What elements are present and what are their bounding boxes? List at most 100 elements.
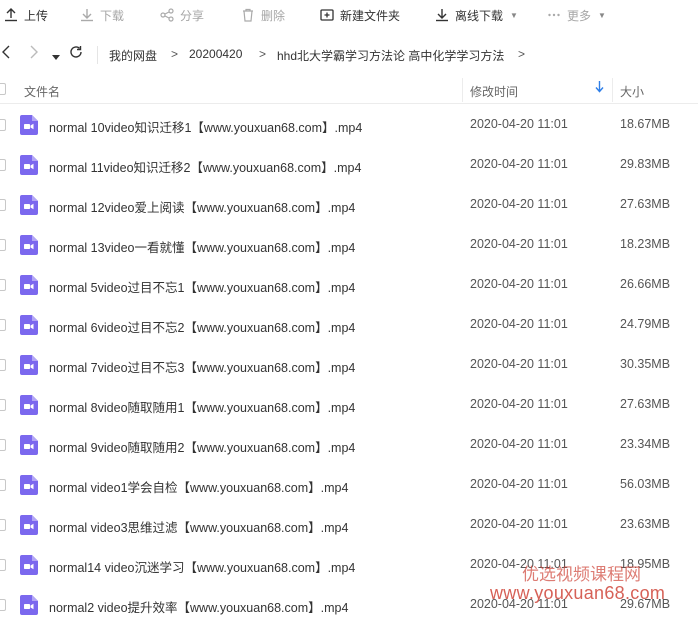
file-name[interactable]: normal 10video知识迁移1【www.youxuan68.com】.m… — [49, 117, 362, 136]
file-name[interactable]: normal 8video随取随用1【www.youxuan68.com】.mp… — [49, 397, 355, 416]
file-name[interactable]: normal video3思维过滤【www.youxuan68.com】.mp4 — [49, 517, 348, 536]
new-folder-icon — [320, 8, 334, 22]
row-checkbox[interactable] — [0, 559, 6, 571]
header-divider — [0, 103, 698, 104]
file-row[interactable]: normal 9video随取随用2【www.youxuan68.com】.mp… — [0, 425, 698, 465]
watermark-text: 优选视频课程网 — [522, 565, 641, 585]
file-row[interactable]: normal 8video随取随用1【www.youxuan68.com】.mp… — [0, 385, 698, 425]
video-file-icon — [20, 475, 38, 495]
video-file-icon — [20, 315, 38, 335]
row-checkbox[interactable] — [0, 279, 6, 291]
file-modified-time: 2020-04-20 11:01 — [470, 197, 568, 211]
column-header-modified[interactable]: 修改时间 — [470, 83, 518, 100]
video-file-icon — [20, 195, 38, 215]
breadcrumb-separator: > — [518, 47, 526, 61]
row-checkbox[interactable] — [0, 359, 6, 371]
video-file-icon — [20, 115, 38, 135]
breadcrumb-item-folder[interactable]: 20200420 — [189, 47, 242, 61]
file-modified-time: 2020-04-20 11:01 — [470, 117, 568, 131]
share-icon — [160, 8, 174, 22]
file-row[interactable]: normal 13video一看就懂【www.youxuan68.com】.mp… — [0, 225, 698, 265]
download-icon — [435, 8, 449, 22]
file-size: 18.23MB — [620, 237, 671, 251]
row-checkbox[interactable] — [0, 319, 6, 331]
file-modified-time: 2020-04-20 11:01 — [470, 437, 568, 451]
download-button[interactable]: 下载 — [80, 0, 124, 30]
forward-icon[interactable] — [30, 45, 38, 62]
file-modified-time: 2020-04-20 11:01 — [470, 477, 568, 491]
file-name[interactable]: normal14 video沉迷学习【www.youxuan68.com】.mp… — [49, 557, 355, 576]
file-modified-time: 2020-04-20 11:01 — [470, 517, 568, 531]
offline-download-button[interactable]: 离线下载 ▼ — [435, 0, 518, 30]
delete-button[interactable]: 删除 — [241, 0, 285, 30]
more-label: 更多 — [567, 8, 592, 23]
upload-button[interactable]: 上传 — [4, 0, 48, 30]
select-all-checkbox[interactable] — [0, 83, 6, 95]
file-size: 23.63MB — [620, 517, 671, 531]
file-row[interactable]: normal 6video过目不忘2【www.youxuan68.com】.mp… — [0, 305, 698, 345]
file-row[interactable]: normal 7video过目不忘3【www.youxuan68.com】.mp… — [0, 345, 698, 385]
new-folder-button[interactable]: 新建文件夹 — [320, 0, 400, 30]
breadcrumb-item-current[interactable]: hhd北大学霸学习方法论 高中化学学习方法 — [277, 47, 504, 64]
breadcrumb-separator: > — [259, 47, 267, 61]
chevron-down-icon: ▼ — [510, 10, 518, 20]
file-modified-time: 2020-04-20 11:01 — [470, 157, 568, 171]
video-file-icon — [20, 355, 38, 375]
share-button[interactable]: 分享 — [160, 0, 204, 30]
file-row[interactable]: normal 11video知识迁移2【www.youxuan68.com】.m… — [0, 145, 698, 185]
column-header-size[interactable]: 大小 — [620, 83, 644, 100]
video-file-icon — [20, 515, 38, 535]
file-row[interactable]: normal 5video过目不忘1【www.youxuan68.com】.mp… — [0, 265, 698, 305]
file-size: 18.67MB — [620, 117, 671, 131]
sort-down-icon — [595, 81, 604, 96]
row-checkbox[interactable] — [0, 199, 6, 211]
file-row[interactable]: normal 10video知识迁移1【www.youxuan68.com】.m… — [0, 105, 698, 145]
column-header-name[interactable]: 文件名 — [24, 83, 60, 100]
file-modified-time: 2020-04-20 11:01 — [470, 277, 568, 291]
file-name[interactable]: normal 13video一看就懂【www.youxuan68.com】.mp… — [49, 237, 355, 256]
upload-icon — [4, 8, 18, 22]
file-size: 29.83MB — [620, 157, 671, 171]
refresh-icon[interactable] — [69, 45, 83, 62]
file-name[interactable]: normal 6video过目不忘2【www.youxuan68.com】.mp… — [49, 317, 355, 336]
row-checkbox[interactable] — [0, 519, 6, 531]
more-button[interactable]: 更多 ▼ — [547, 0, 606, 30]
trash-icon — [241, 8, 255, 22]
video-file-icon — [20, 435, 38, 455]
file-name[interactable]: normal2 video提升效率【www.youxuan68.com】.mp4 — [49, 597, 348, 616]
more-dots-icon — [547, 8, 561, 22]
video-file-icon — [20, 555, 38, 575]
row-checkbox[interactable] — [0, 119, 6, 131]
column-divider — [612, 78, 613, 102]
offline-download-label: 离线下载 — [455, 8, 504, 23]
file-name[interactable]: normal 9video随取随用2【www.youxuan68.com】.mp… — [49, 437, 355, 456]
file-name[interactable]: normal 5video过目不忘1【www.youxuan68.com】.mp… — [49, 277, 355, 296]
row-checkbox[interactable] — [0, 399, 6, 411]
chevron-down-icon: ▼ — [598, 10, 606, 20]
file-size: 26.66MB — [620, 277, 671, 291]
breadcrumb-item-root[interactable]: 我的网盘 — [109, 47, 157, 64]
file-name[interactable]: normal 7video过目不忘3【www.youxuan68.com】.mp… — [49, 357, 355, 376]
file-name[interactable]: normal 11video知识迁移2【www.youxuan68.com】.m… — [49, 157, 361, 176]
file-size: 56.03MB — [620, 477, 671, 491]
row-checkbox[interactable] — [0, 599, 6, 611]
back-icon[interactable] — [2, 45, 10, 62]
upload-label: 上传 — [24, 8, 49, 23]
file-modified-time: 2020-04-20 11:01 — [470, 237, 568, 251]
file-size: 30.35MB — [620, 357, 671, 371]
row-checkbox[interactable] — [0, 159, 6, 171]
file-name[interactable]: normal video1学会自检【www.youxuan68.com】.mp4 — [49, 477, 348, 496]
file-row[interactable]: normal video1学会自检【www.youxuan68.com】.mp4… — [0, 465, 698, 505]
watermark-url: www.youxuan68.com — [490, 583, 666, 603]
file-name[interactable]: normal 12video爱上阅读【www.youxuan68.com】.mp… — [49, 197, 355, 216]
file-row[interactable]: normal 12video爱上阅读【www.youxuan68.com】.mp… — [0, 185, 698, 225]
file-row[interactable]: normal video3思维过滤【www.youxuan68.com】.mp4… — [0, 505, 698, 545]
video-file-icon — [20, 155, 38, 175]
row-checkbox[interactable] — [0, 479, 6, 491]
row-checkbox[interactable] — [0, 239, 6, 251]
file-size: 24.79MB — [620, 317, 671, 331]
file-modified-time: 2020-04-20 11:01 — [470, 397, 568, 411]
row-checkbox[interactable] — [0, 439, 6, 451]
history-dropdown-icon[interactable] — [52, 48, 60, 64]
download-icon — [80, 8, 94, 22]
